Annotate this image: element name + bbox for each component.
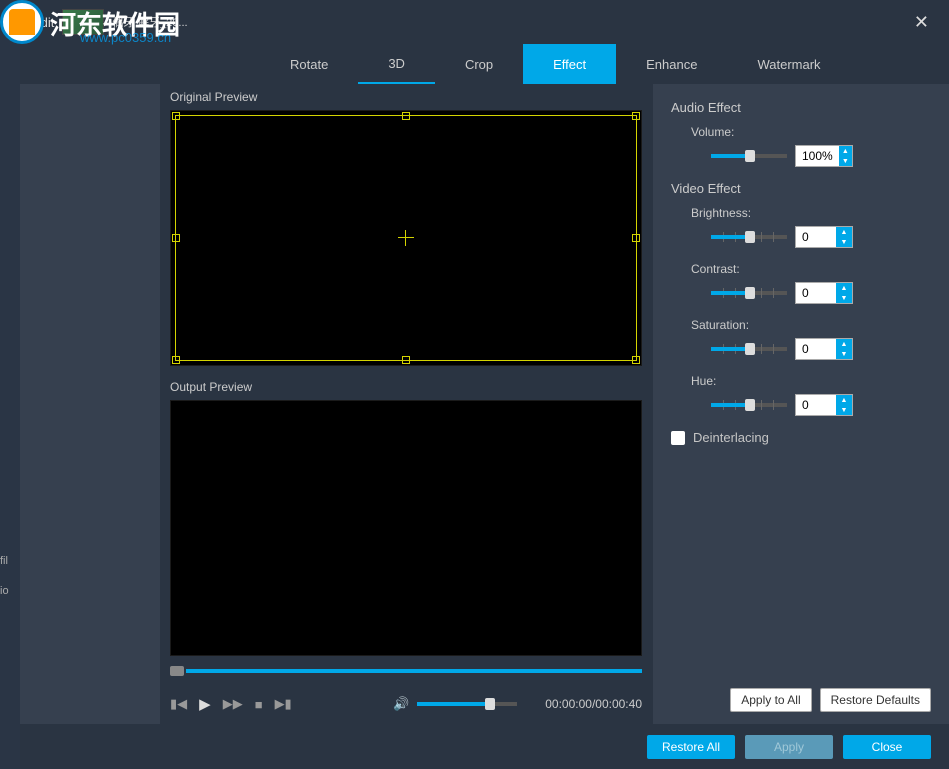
play-button[interactable]: ▶ — [199, 695, 211, 713]
spinner-down-icon[interactable]: ▼ — [836, 349, 852, 359]
crop-handle-tl[interactable] — [172, 112, 180, 120]
hue-slider[interactable] — [711, 403, 787, 407]
crop-handle-b[interactable] — [402, 356, 410, 364]
spinner-up-icon[interactable]: ▲ — [839, 146, 852, 156]
volume-effect-thumb[interactable] — [745, 150, 755, 162]
time-display: 00:00:00/00:00:40 — [545, 697, 642, 711]
tab-enhance[interactable]: Enhance — [616, 44, 727, 84]
contrast-slider[interactable] — [711, 291, 787, 295]
audio-effect-title: Audio Effect — [671, 100, 931, 115]
dialog-footer: Restore All Apply Close — [40, 725, 949, 769]
timeline[interactable] — [170, 664, 642, 678]
watermark-url: www.pc0359.cn — [80, 30, 171, 45]
left-sidebar — [20, 84, 160, 724]
volume-thumb[interactable] — [485, 698, 495, 710]
brightness-spinner[interactable]: 0 ▲▼ — [795, 226, 853, 248]
prev-button[interactable]: ▮◀ — [170, 696, 187, 712]
restore-all-button[interactable]: Restore All — [647, 735, 735, 759]
crop-handle-br[interactable] — [632, 356, 640, 364]
spinner-down-icon[interactable]: ▼ — [836, 293, 852, 303]
spinner-up-icon[interactable]: ▲ — [836, 283, 852, 293]
crop-handle-tr[interactable] — [632, 112, 640, 120]
preview-column: Original Preview Output Preview — [160, 84, 652, 724]
hue-label: Hue: — [691, 374, 931, 388]
saturation-spinner[interactable]: 0 ▲▼ — [795, 338, 853, 360]
fast-forward-button[interactable]: ▶▶ — [223, 696, 243, 712]
brightness-slider[interactable] — [711, 235, 787, 239]
volume-effect-slider[interactable] — [711, 154, 787, 158]
saturation-thumb[interactable] — [745, 343, 755, 355]
output-preview-label: Output Preview — [160, 374, 652, 400]
volume-value: 100% — [796, 149, 839, 163]
brightness-thumb[interactable] — [745, 231, 755, 243]
saturation-slider[interactable] — [711, 347, 787, 351]
tab-3d[interactable]: 3D — [358, 44, 435, 84]
contrast-label: Contrast: — [691, 262, 931, 276]
volume-spinner[interactable]: 100% ▲▼ — [795, 145, 853, 167]
spinner-up-icon[interactable]: ▲ — [836, 395, 852, 405]
tab-bar: Rotate 3D Crop Effect Enhance Watermark — [20, 44, 949, 84]
restore-defaults-button[interactable]: Restore Defaults — [820, 688, 931, 712]
spinner-down-icon[interactable]: ▼ — [836, 237, 852, 247]
spinner-up-icon[interactable]: ▲ — [836, 227, 852, 237]
crop-outline[interactable] — [175, 115, 637, 361]
spinner-down-icon[interactable]: ▼ — [839, 156, 852, 166]
original-preview[interactable] — [170, 110, 642, 366]
spinner-down-icon[interactable]: ▼ — [836, 405, 852, 415]
contrast-spinner[interactable]: 0 ▲▼ — [795, 282, 853, 304]
crop-handle-bl[interactable] — [172, 356, 180, 364]
crop-handle-t[interactable] — [402, 112, 410, 120]
volume-icon[interactable]: 🔊 — [393, 696, 409, 712]
brightness-label: Brightness: — [691, 206, 931, 220]
tab-watermark[interactable]: Watermark — [727, 44, 850, 84]
crop-center-icon — [398, 230, 414, 246]
hue-thumb[interactable] — [745, 399, 755, 411]
tab-effect[interactable]: Effect — [523, 44, 616, 84]
watermark-logo — [0, 0, 50, 45]
crop-handle-l[interactable] — [172, 234, 180, 242]
contrast-value: 0 — [796, 286, 836, 300]
output-preview — [170, 400, 642, 656]
player-controls: ▮◀ ▶ ▶▶ ■ ▶▮ 🔊 00:00:00/00:00:40 — [160, 684, 652, 724]
bg-label-file: fil — [0, 555, 8, 567]
spinner-up-icon[interactable]: ▲ — [836, 339, 852, 349]
tab-crop[interactable]: Crop — [435, 44, 523, 84]
bg-label-io: io — [0, 585, 9, 597]
original-preview-label: Original Preview — [160, 84, 652, 110]
apply-button[interactable]: Apply — [745, 735, 833, 759]
content-area: Original Preview Output Preview — [20, 84, 949, 724]
deinterlacing-row[interactable]: Deinterlacing — [671, 430, 931, 445]
tab-rotate[interactable]: Rotate — [260, 44, 358, 84]
close-icon[interactable]: ✕ — [906, 8, 937, 37]
crop-handle-r[interactable] — [632, 234, 640, 242]
deinterlacing-label: Deinterlacing — [693, 430, 769, 445]
hue-spinner[interactable]: 0 ▲▼ — [795, 394, 853, 416]
saturation-label: Saturation: — [691, 318, 931, 332]
edit-dialog: Edit 偶牙·解牙_20... ✕ Rotate 3D Crop Effect… — [20, 0, 949, 769]
next-button[interactable]: ▶▮ — [275, 696, 292, 712]
brightness-value: 0 — [796, 230, 836, 244]
hue-value: 0 — [796, 398, 836, 412]
volume-label: Volume: — [691, 125, 931, 139]
contrast-thumb[interactable] — [745, 287, 755, 299]
saturation-value: 0 — [796, 342, 836, 356]
stop-button[interactable]: ■ — [255, 697, 263, 712]
effects-panel: Audio Effect Volume: 100% ▲▼ Video Effec… — [652, 84, 949, 724]
close-button[interactable]: Close — [843, 735, 931, 759]
timeline-handle[interactable] — [170, 666, 184, 676]
timeline-track[interactable] — [186, 669, 642, 673]
video-effect-title: Video Effect — [671, 181, 931, 196]
deinterlacing-checkbox[interactable] — [671, 431, 685, 445]
volume-slider[interactable] — [417, 702, 517, 706]
background-sidebar — [0, 0, 20, 769]
apply-to-all-button[interactable]: Apply to All — [730, 688, 811, 712]
